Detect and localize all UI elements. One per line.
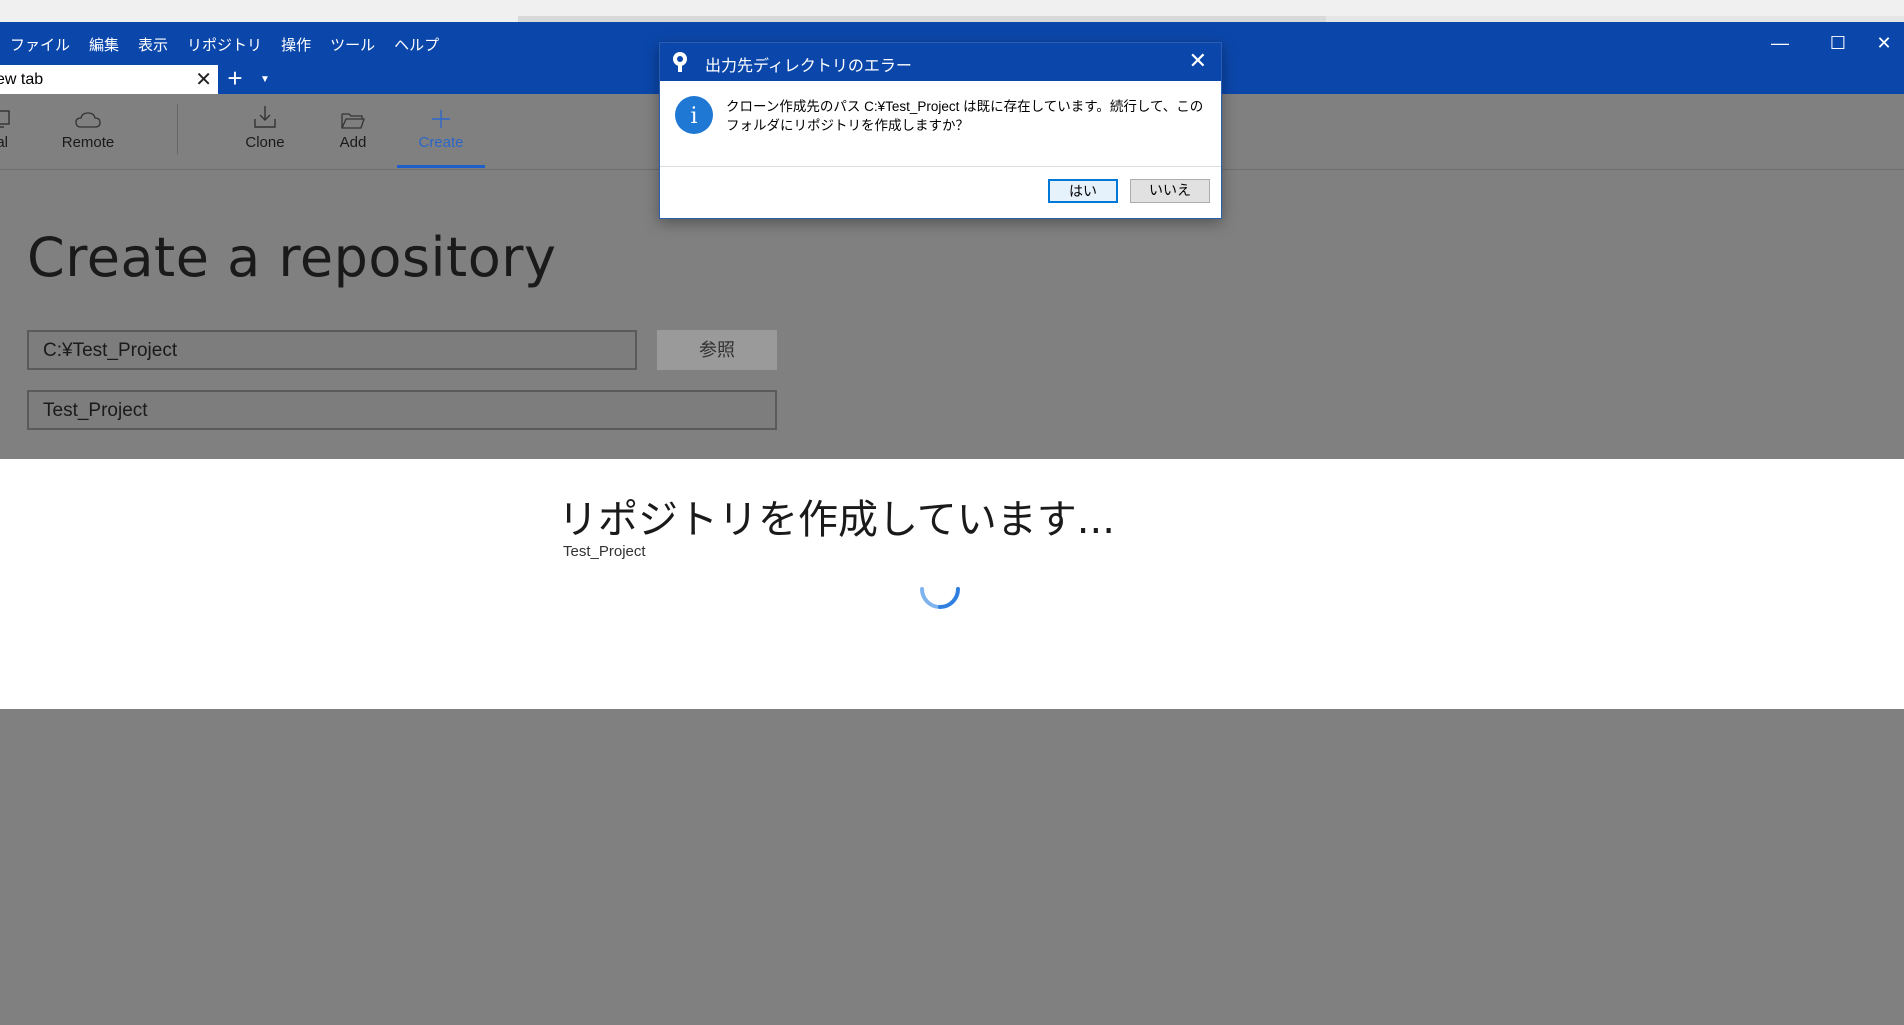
toolbar-add-label: Add (339, 134, 367, 151)
loading-title: リポジトリを作成しています... (558, 497, 1115, 543)
no-button[interactable]: いいえ (1130, 179, 1210, 203)
cloud-icon (44, 94, 132, 134)
menu-tools[interactable]: ツール (320, 30, 384, 56)
spinner-icon (918, 567, 962, 616)
dialog-footer: はい いいえ (660, 166, 1221, 218)
menu-file[interactable]: ファイル (0, 30, 79, 56)
page-title: Create a repository (27, 226, 557, 289)
menu-repository[interactable]: リポジトリ (177, 30, 271, 56)
menu-edit[interactable]: 編集 (79, 30, 128, 56)
toolbar-remote-button[interactable]: Remote (44, 94, 132, 164)
sourcetree-logo-icon (670, 51, 690, 78)
dialog-close-icon[interactable]: ✕ (1189, 48, 1207, 74)
dialog-title-bar: 出力先ディレクトリのエラー ✕ (660, 43, 1221, 81)
tab-new[interactable]: ew tab ✕ (0, 65, 218, 94)
sourcetree-window: ファイル 編集 表示 リポジトリ 操作 ツール ヘルプ — ☐ ✕ ew tab… (0, 22, 1904, 1025)
folder-open-icon (309, 94, 397, 134)
destination-path-input[interactable]: C:¥Test_Project (27, 330, 637, 370)
dialog-message: クローン作成先のパス C:¥Test_Project は既に存在しています。続行… (726, 99, 1204, 133)
loading-subtitle: Test_Project (563, 543, 646, 560)
browse-button[interactable]: 参照 (657, 330, 777, 370)
menu-bar: ファイル 編集 表示 リポジトリ 操作 ツール ヘルプ (0, 30, 448, 56)
tab-label: ew tab (0, 70, 44, 88)
toolbar-local-label: cal (0, 134, 8, 151)
close-window-button[interactable]: ✕ (1864, 28, 1904, 62)
tab-close-icon[interactable]: ✕ (195, 67, 212, 92)
toolbar-clone-button[interactable]: Clone (221, 94, 309, 164)
info-icon: i (674, 95, 714, 140)
tab-dropdown-icon[interactable]: ▼ (252, 65, 278, 94)
info-glyph: i (690, 104, 697, 129)
tab-bar: ew tab ✕ + ▼ (0, 65, 278, 94)
toolbar-create-label: Create (418, 134, 464, 151)
plus-icon (397, 94, 485, 134)
menu-actions[interactable]: 操作 (271, 30, 320, 56)
menu-view[interactable]: 表示 (128, 30, 177, 56)
minimize-button[interactable]: — (1752, 28, 1808, 62)
dialog-title: 出力先ディレクトリのエラー (705, 58, 912, 75)
loading-panel: リポジトリを作成しています... Test_Project (0, 459, 1904, 709)
menu-help[interactable]: ヘルプ (384, 30, 448, 56)
repository-name-input[interactable]: Test_Project (27, 390, 777, 430)
toolbar-add-button[interactable]: Add (309, 94, 397, 164)
toolbar-local-button[interactable]: cal (0, 94, 44, 164)
toolbar-clone-label: Clone (245, 134, 285, 151)
toolbar-divider (177, 104, 178, 154)
toolbar-create-button[interactable]: Create (397, 94, 485, 168)
download-icon (221, 94, 309, 134)
monitor-icon (0, 94, 44, 134)
output-directory-error-dialog: 出力先ディレクトリのエラー ✕ i クローン作成先のパス C:¥Test_Pro… (659, 42, 1222, 219)
add-tab-button[interactable]: + (218, 65, 252, 94)
yes-button[interactable]: はい (1048, 179, 1118, 203)
maximize-button[interactable]: ☐ (1810, 28, 1866, 62)
toolbar-remote-label: Remote (61, 134, 115, 151)
browser-top-strip (0, 0, 1904, 22)
